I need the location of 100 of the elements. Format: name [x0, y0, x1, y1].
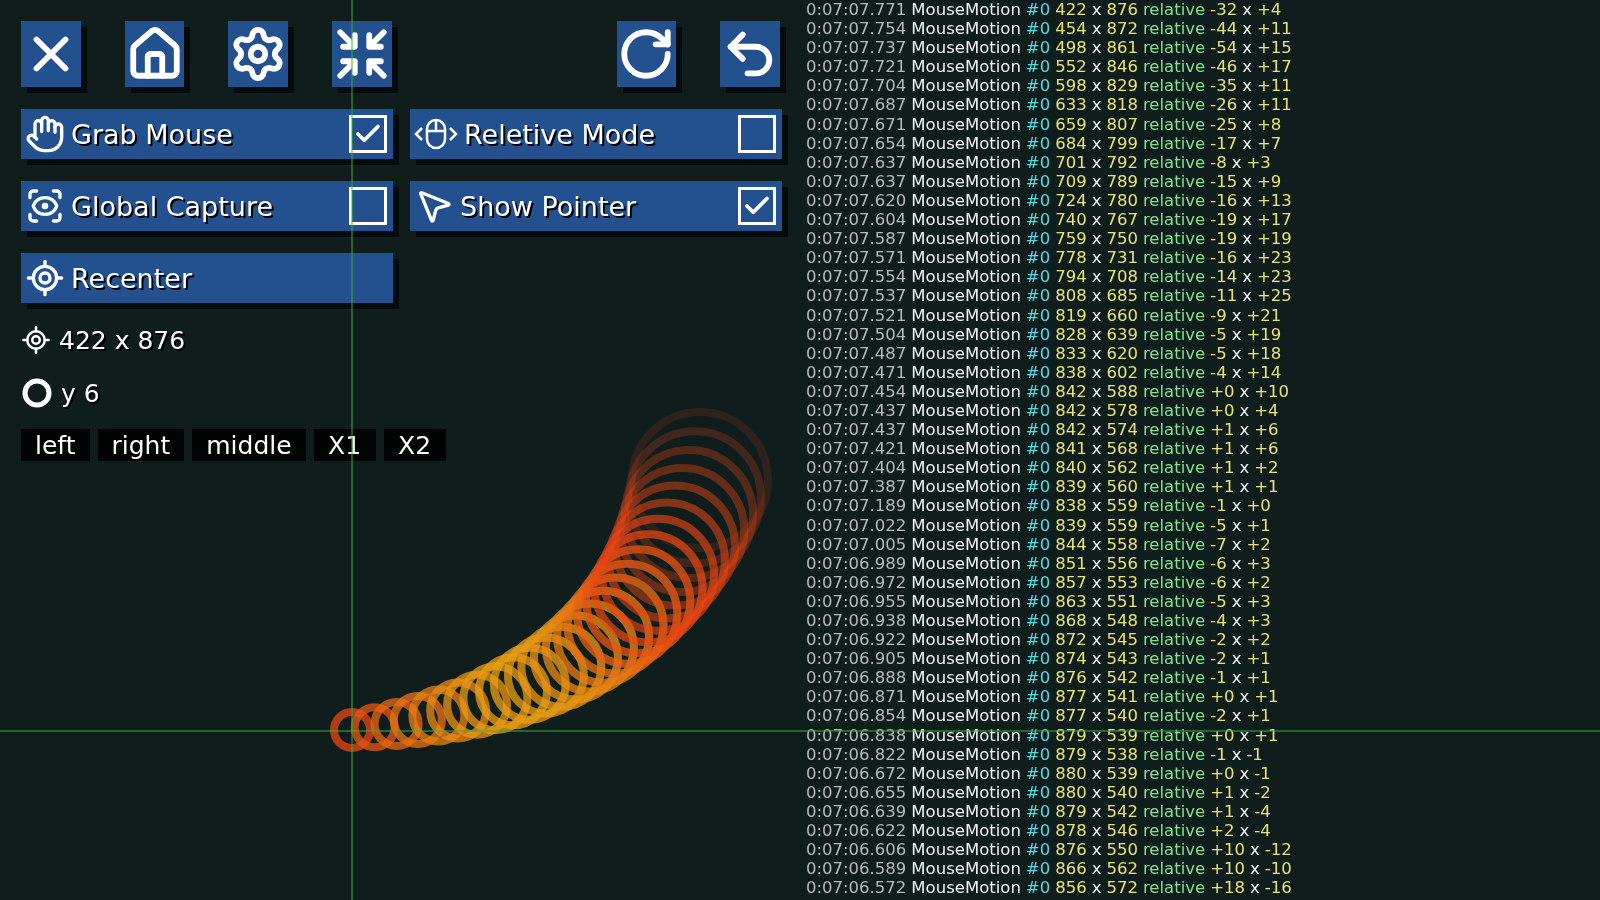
log-value: 498 — [1055, 38, 1087, 58]
log-label: relative — [1142, 381, 1206, 401]
log-event: MouseMotion — [911, 95, 1021, 115]
log-time: 0:07:07.487 — [806, 343, 907, 363]
log-label: relative — [1142, 324, 1206, 344]
log-separator: x — [1091, 782, 1102, 802]
log-value: 829 — [1106, 76, 1138, 96]
log-value: -11 — [1210, 286, 1238, 306]
log-label: relative — [1142, 515, 1206, 535]
log-device: #0 — [1025, 248, 1051, 268]
log-time: 0:07:07.571 — [806, 248, 907, 268]
log-separator: x — [1239, 400, 1250, 421]
log-value: -14 — [1210, 267, 1238, 287]
log-value: 794 — [1055, 267, 1087, 287]
log-separator: x — [1239, 725, 1250, 745]
log-value: -4 — [1210, 611, 1227, 631]
log-time: 0:07:07.437 — [806, 400, 907, 421]
checkbox[interactable] — [349, 187, 387, 225]
log-value: +8 — [1256, 114, 1282, 134]
log-label: relative — [1142, 343, 1206, 363]
log-event: MouseMotion — [911, 878, 1021, 898]
log-value: +18 — [1210, 878, 1245, 898]
log-separator: x — [1091, 534, 1102, 554]
log-separator: x — [1242, 0, 1252, 20]
log-time: 0:07:07.404 — [806, 458, 907, 478]
log-event: MouseMotion — [911, 840, 1021, 860]
log-separator: x — [1091, 381, 1102, 401]
log-device: #0 — [1025, 19, 1051, 39]
wheel-text: y 6 — [61, 378, 100, 408]
log-value: +0 — [1210, 687, 1235, 707]
mouse-button-indicator[interactable]: X1 — [313, 429, 376, 461]
log-event: MouseMotion — [911, 649, 1021, 669]
log-value: 842 — [1055, 400, 1087, 421]
checkbox[interactable] — [738, 115, 776, 153]
log-separator: x — [1242, 210, 1252, 230]
log-value: 660 — [1106, 305, 1138, 325]
log-time: 0:07:06.955 — [806, 591, 907, 611]
log-device: #0 — [1025, 572, 1051, 592]
log-time: 0:07:07.654 — [806, 133, 907, 153]
log-value: 574 — [1106, 420, 1138, 440]
log-separator: x — [1231, 630, 1242, 650]
log-time: 0:07:06.989 — [806, 553, 907, 573]
log-separator: x — [1239, 477, 1250, 497]
log-value: +1 — [1246, 668, 1271, 688]
log-event: MouseMotion — [911, 324, 1021, 344]
log-value: 846 — [1106, 57, 1138, 77]
log-value: 842 — [1055, 381, 1087, 401]
log-device: #0 — [1025, 381, 1051, 401]
log-value: 548 — [1106, 611, 1138, 631]
log-value: -6 — [1210, 572, 1227, 592]
log-separator: x — [1091, 305, 1102, 325]
log-separator: x — [1231, 343, 1242, 363]
log-device: #0 — [1025, 611, 1051, 631]
log-label: relative — [1142, 57, 1206, 77]
log-value: 780 — [1106, 190, 1138, 211]
checkbox[interactable] — [738, 187, 776, 225]
log-value: 572 — [1106, 878, 1138, 898]
log-time: 0:07:07.754 — [806, 19, 907, 39]
log-event: MouseMotion — [911, 248, 1021, 268]
log-value: 876 — [1106, 0, 1138, 20]
log-value: +15 — [1256, 38, 1292, 58]
log-value: 851 — [1055, 553, 1087, 573]
log-event: MouseMotion — [911, 458, 1021, 478]
log-separator: x — [1239, 763, 1250, 783]
log-event: MouseMotion — [911, 114, 1021, 134]
log-time: 0:07:06.838 — [806, 725, 907, 745]
log-separator: x — [1091, 496, 1102, 516]
mouse-button-indicator[interactable]: left — [21, 429, 90, 461]
log-separator: x — [1242, 171, 1252, 191]
log-separator: x — [1091, 362, 1102, 382]
log-time: 0:07:06.622 — [806, 821, 907, 841]
log-value: 879 — [1055, 801, 1087, 822]
log-device: #0 — [1025, 668, 1051, 688]
log-value: 454 — [1055, 19, 1087, 39]
log-value: +19 — [1256, 229, 1292, 249]
log-value: 598 — [1055, 76, 1087, 96]
log-device: #0 — [1025, 420, 1051, 440]
log-value: 659 — [1055, 114, 1087, 134]
mouse-button-indicator[interactable]: middle — [192, 429, 306, 461]
log-time: 0:07:06.854 — [806, 706, 907, 726]
log-value: 874 — [1055, 649, 1087, 669]
log-label: relative — [1142, 114, 1206, 134]
log-value: -5 — [1210, 324, 1227, 344]
log-value: 551 — [1106, 591, 1138, 611]
mouse-button-indicator[interactable]: right — [97, 429, 185, 461]
log-separator: x — [1242, 57, 1252, 77]
checkbox[interactable] — [349, 115, 387, 153]
log-event: MouseMotion — [911, 630, 1021, 650]
log-time: 0:07:06.606 — [806, 840, 907, 860]
log-separator: x — [1250, 840, 1260, 860]
log-value: 562 — [1106, 859, 1138, 879]
log-event: MouseMotion — [911, 744, 1021, 764]
log-label: relative — [1142, 534, 1206, 554]
log-time: 0:07:07.671 — [806, 114, 907, 134]
log-event: MouseMotion — [911, 534, 1021, 554]
log-value: 778 — [1055, 248, 1087, 268]
mouse-button-indicator[interactable]: X2 — [383, 429, 446, 461]
log-device: #0 — [1025, 38, 1051, 58]
log-label: relative — [1142, 152, 1206, 172]
log-event: MouseMotion — [911, 210, 1021, 230]
